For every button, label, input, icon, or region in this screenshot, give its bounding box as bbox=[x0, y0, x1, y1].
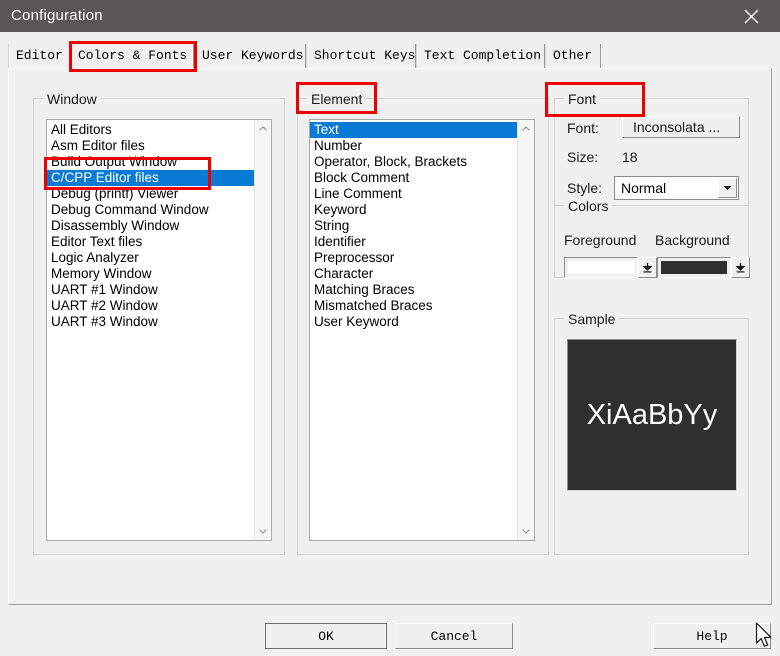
list-item[interactable]: Disassembly Window bbox=[47, 218, 254, 234]
list-item[interactable]: Editor Text files bbox=[47, 234, 254, 250]
list-item[interactable]: Character bbox=[310, 266, 517, 282]
element-listbox-scrollbar[interactable] bbox=[517, 120, 534, 540]
list-item[interactable]: Asm Editor files bbox=[47, 138, 254, 154]
sample-text: XiAaBbYy bbox=[586, 398, 718, 431]
chevron-up-icon bbox=[259, 126, 267, 131]
scroll-down-button[interactable] bbox=[518, 523, 534, 540]
tab-other[interactable]: Other bbox=[545, 44, 601, 68]
tab-editor[interactable]: Editor bbox=[8, 44, 70, 68]
help-button-label: Help bbox=[696, 628, 728, 644]
list-item[interactable]: Memory Window bbox=[47, 266, 254, 282]
list-item[interactable]: UART #3 Window bbox=[47, 314, 254, 330]
background-color-picker[interactable] bbox=[657, 257, 750, 278]
help-button[interactable]: Help bbox=[653, 623, 771, 649]
scroll-down-button[interactable] bbox=[255, 523, 271, 540]
font-group-title: Font bbox=[564, 91, 601, 107]
window-title: Configuration bbox=[11, 7, 103, 24]
tab-label: Editor bbox=[16, 48, 63, 63]
tab-label: Text Completion bbox=[424, 48, 542, 63]
list-item[interactable]: Logic Analyzer bbox=[47, 250, 254, 266]
tab-label: Colors & Fonts bbox=[78, 48, 188, 63]
window-listbox-scrollbar[interactable] bbox=[254, 120, 271, 540]
tab-colors-and-fonts[interactable]: Colors & Fonts bbox=[70, 42, 194, 68]
window-group-title: Window bbox=[43, 91, 101, 107]
sample-preview: XiAaBbYy bbox=[567, 339, 737, 491]
chevron-down-icon bbox=[522, 529, 530, 534]
list-item[interactable]: Debug (printf) Viewer bbox=[47, 186, 254, 202]
foreground-color-picker[interactable] bbox=[564, 257, 657, 278]
foreground-swatch-frame[interactable] bbox=[564, 257, 638, 278]
tab-user-keywords[interactable]: User Keywords bbox=[194, 44, 306, 68]
list-item[interactable]: All Editors bbox=[47, 122, 254, 138]
tab-text-completion[interactable]: Text Completion bbox=[416, 44, 545, 68]
close-button[interactable] bbox=[730, 0, 772, 32]
cancel-button-label: Cancel bbox=[430, 628, 478, 644]
list-item[interactable]: Matching Braces bbox=[310, 282, 517, 298]
scroll-up-button[interactable] bbox=[518, 120, 534, 137]
style-field-label: Style: bbox=[567, 180, 603, 196]
element-listbox[interactable]: Text Number Operator, Block, Brackets Bl… bbox=[309, 119, 535, 541]
font-picker-value: Inconsolata ... bbox=[633, 119, 721, 135]
size-value: 18 bbox=[622, 149, 638, 165]
foreground-color-swatch[interactable] bbox=[568, 261, 634, 274]
list-item[interactable]: Build Output Window bbox=[47, 154, 254, 170]
chevron-down-icon bbox=[723, 186, 732, 190]
arrow-down-icon bbox=[736, 262, 745, 272]
style-combobox-value: Normal bbox=[621, 180, 667, 196]
list-item[interactable]: Operator, Block, Brackets bbox=[310, 154, 517, 170]
tab-label: User Keywords bbox=[202, 48, 304, 63]
list-item[interactable]: Preprocessor bbox=[310, 250, 517, 266]
combobox-arrow-button[interactable] bbox=[718, 178, 737, 198]
list-item[interactable]: Debug Command Window bbox=[47, 202, 254, 218]
title-bar: Configuration bbox=[0, 0, 780, 32]
list-item-selected[interactable]: C/CPP Editor files bbox=[47, 170, 254, 186]
list-item[interactable]: Number bbox=[310, 138, 517, 154]
list-item[interactable]: UART #1 Window bbox=[47, 282, 254, 298]
background-label: Background bbox=[655, 232, 730, 248]
background-swatch-frame[interactable] bbox=[657, 257, 731, 278]
list-item[interactable]: Mismatched Braces bbox=[310, 298, 517, 314]
scroll-up-button[interactable] bbox=[255, 120, 271, 137]
colors-group-title: Colors bbox=[564, 198, 613, 214]
list-item[interactable]: Identifier bbox=[310, 234, 517, 250]
close-icon bbox=[744, 9, 758, 23]
arrow-down-icon bbox=[643, 262, 652, 272]
tab-label: Shortcut Keys bbox=[314, 48, 416, 63]
element-group-title: Element bbox=[307, 91, 367, 107]
font-picker-button[interactable]: Inconsolata ... bbox=[622, 116, 740, 138]
element-listbox-items: Text Number Operator, Block, Brackets Bl… bbox=[310, 122, 517, 330]
window-listbox-items: All Editors Asm Editor files Build Outpu… bbox=[47, 122, 254, 330]
list-item[interactable]: Block Comment bbox=[310, 170, 517, 186]
ok-button-label: OK bbox=[318, 628, 334, 644]
foreground-dropdown-button[interactable] bbox=[638, 257, 657, 278]
window-listbox[interactable]: All Editors Asm Editor files Build Outpu… bbox=[46, 119, 272, 541]
ok-button[interactable]: OK bbox=[265, 623, 387, 649]
list-item[interactable]: User Keyword bbox=[310, 314, 517, 330]
sample-group-title: Sample bbox=[564, 311, 620, 327]
list-item-selected[interactable]: Text bbox=[310, 122, 517, 138]
background-color-swatch[interactable] bbox=[661, 261, 727, 274]
cancel-button[interactable]: Cancel bbox=[395, 623, 513, 649]
chevron-up-icon bbox=[522, 126, 530, 131]
tab-strip: Editor Colors & Fonts User Keywords Shor… bbox=[0, 32, 780, 68]
foreground-label: Foreground bbox=[564, 232, 637, 248]
size-field-label: Size: bbox=[567, 149, 599, 165]
list-item[interactable]: String bbox=[310, 218, 517, 234]
chevron-down-icon bbox=[259, 529, 267, 534]
list-item[interactable]: UART #2 Window bbox=[47, 298, 254, 314]
style-combobox[interactable]: Normal bbox=[614, 176, 739, 200]
list-item[interactable]: Line Comment bbox=[310, 186, 517, 202]
tab-label: Other bbox=[553, 48, 593, 63]
tab-shortcut-keys[interactable]: Shortcut Keys bbox=[306, 44, 416, 68]
background-dropdown-button[interactable] bbox=[731, 257, 750, 278]
font-field-label: Font: bbox=[567, 120, 599, 136]
list-item[interactable]: Keyword bbox=[310, 202, 517, 218]
tab-page-colors-and-fonts: Window All Editors Asm Editor files Buil… bbox=[8, 68, 772, 605]
